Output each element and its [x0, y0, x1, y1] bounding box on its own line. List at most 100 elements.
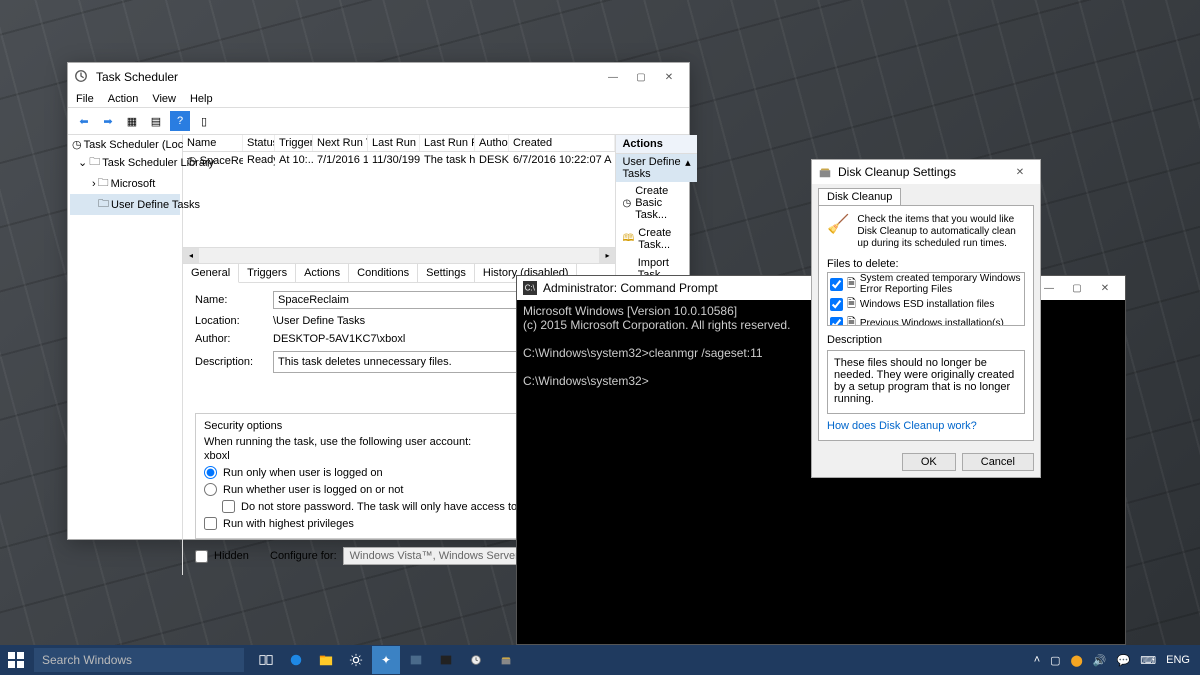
- disk-cleanup-tab[interactable]: Disk Cleanup: [818, 188, 901, 205]
- task-scheduler-taskbar-icon[interactable]: [462, 646, 490, 674]
- tray-volume-icon[interactable]: 🔊: [1093, 654, 1107, 667]
- file-explorer-icon[interactable]: [312, 646, 340, 674]
- close-button[interactable]: ✕: [655, 66, 683, 88]
- action-create-basic-task[interactable]: ◷Create Basic Task...: [616, 182, 696, 224]
- tab-actions[interactable]: Actions: [296, 264, 349, 282]
- column-created[interactable]: Created: [509, 135, 615, 151]
- column-last-result[interactable]: Last Run Result: [420, 135, 475, 151]
- task-icon: 🕮: [622, 232, 634, 246]
- minimize-button[interactable]: —: [599, 66, 627, 88]
- no-store-password-checkbox[interactable]: [222, 500, 235, 513]
- menu-file[interactable]: File: [76, 93, 94, 105]
- tab-settings[interactable]: Settings: [418, 264, 475, 282]
- help-button[interactable]: ?: [170, 111, 190, 131]
- taskbar-app-2[interactable]: [402, 646, 430, 674]
- forward-button[interactable]: ➡: [98, 111, 118, 131]
- list-item[interactable]: 🗎Windows ESD installation files: [828, 295, 1024, 314]
- edge-icon[interactable]: [282, 646, 310, 674]
- menu-action[interactable]: Action: [108, 93, 139, 105]
- task-scheduler-toolbar: ⬅ ➡ ▦ ▤ ? ▯: [68, 108, 689, 135]
- task-scheduler-tree[interactable]: ◷Task Scheduler (Local) ⌄🗀Task Scheduler…: [68, 135, 183, 575]
- back-button[interactable]: ⬅: [74, 111, 94, 131]
- list-item[interactable]: 🗎System created temporary Windows Error …: [828, 273, 1024, 295]
- actions-subheader[interactable]: User Define Tasks▴: [616, 154, 696, 182]
- cmd-icon: C:\: [523, 281, 537, 295]
- menu-help[interactable]: Help: [190, 93, 213, 105]
- taskbar-app-1[interactable]: ✦: [372, 646, 400, 674]
- search-input[interactable]: Search Windows: [34, 648, 244, 672]
- start-button[interactable]: [0, 645, 32, 675]
- name-label: Name:: [195, 294, 265, 306]
- file-icon: 🗎: [847, 275, 856, 294]
- hidden-checkbox[interactable]: [195, 550, 208, 563]
- maximize-button[interactable]: ▢: [627, 66, 655, 88]
- folder-icon: 🗀: [98, 195, 109, 214]
- toolbar-btn-1[interactable]: ▦: [122, 111, 142, 131]
- tab-triggers[interactable]: Triggers: [239, 264, 296, 282]
- disk-cleanup-titlebar[interactable]: Disk Cleanup Settings ✕: [812, 160, 1040, 184]
- tab-conditions[interactable]: Conditions: [349, 264, 418, 282]
- author-label: Author:: [195, 333, 265, 345]
- tree-microsoft[interactable]: ›🗀Microsoft: [70, 173, 180, 194]
- tray-notifications-icon[interactable]: 💬: [1117, 654, 1131, 667]
- tree-user-defined[interactable]: 🗀User Define Tasks: [70, 194, 180, 215]
- clock-icon: ◷: [72, 138, 82, 151]
- tray-network-icon[interactable]: ▢: [1050, 654, 1060, 667]
- cmd-close-button[interactable]: ✕: [1091, 277, 1119, 299]
- tray-language[interactable]: ENG: [1166, 654, 1190, 666]
- run-logged-or-not-radio[interactable]: [204, 483, 217, 496]
- scroll-right-button[interactable]: ▸: [599, 248, 615, 264]
- column-author[interactable]: Author: [475, 135, 509, 151]
- item-checkbox[interactable]: [830, 278, 843, 291]
- ok-button[interactable]: OK: [902, 453, 956, 471]
- actions-header: Actions: [616, 135, 696, 154]
- tree-library[interactable]: ⌄🗀Task Scheduler Library: [70, 152, 180, 173]
- task-icon: ◷: [187, 155, 197, 167]
- disk-cleanup-title: Disk Cleanup Settings: [838, 165, 1006, 179]
- column-status[interactable]: Status: [243, 135, 275, 151]
- task-scheduler-grid[interactable]: Name Status Triggers Next Run Time Last …: [183, 135, 615, 264]
- action-create-task[interactable]: 🕮Create Task...: [616, 224, 696, 254]
- how-does-disk-cleanup-work-link[interactable]: How does Disk Cleanup work?: [827, 420, 1025, 432]
- column-next-run[interactable]: Next Run Time: [313, 135, 368, 151]
- files-to-delete-label: Files to delete:: [827, 258, 1025, 270]
- author-value: DESKTOP-5AV1KC7\xboxl: [273, 333, 405, 345]
- tree-root[interactable]: ◷Task Scheduler (Local): [70, 137, 180, 152]
- grid-horizontal-scrollbar[interactable]: ◂ ▸: [183, 247, 615, 263]
- task-row-spacereclaim[interactable]: ◷ SpaceReclaim Ready At 10:... 7/1/2016 …: [183, 152, 615, 169]
- disk-cleanup-instruction: Check the items that you would like Disk…: [857, 214, 1025, 250]
- tray-security-icon[interactable]: ⬤: [1071, 654, 1083, 667]
- task-scheduler-titlebar[interactable]: Task Scheduler — ▢ ✕: [68, 63, 689, 91]
- folder-icon: 🗀: [89, 153, 100, 172]
- toolbar-btn-2[interactable]: ▤: [146, 111, 166, 131]
- disk-cleanup-file-list[interactable]: 🗎System created temporary Windows Error …: [827, 272, 1025, 326]
- disk-cleanup-window: Disk Cleanup Settings ✕ Disk Cleanup 🧹 C…: [811, 159, 1041, 478]
- column-name[interactable]: Name: [183, 135, 243, 151]
- column-last-run[interactable]: Last Run Time: [368, 135, 420, 151]
- description-box: These files should no longer be needed. …: [827, 350, 1025, 414]
- run-logged-on-radio[interactable]: [204, 466, 217, 479]
- item-checkbox[interactable]: [830, 298, 843, 311]
- scroll-left-button[interactable]: ◂: [183, 248, 199, 264]
- list-item[interactable]: 🗎Previous Windows installation(s): [828, 314, 1024, 326]
- cmd-taskbar-icon[interactable]: [432, 646, 460, 674]
- settings-icon[interactable]: [342, 646, 370, 674]
- location-label: Location:: [195, 315, 265, 327]
- cancel-button[interactable]: Cancel: [962, 453, 1034, 471]
- menu-view[interactable]: View: [152, 93, 176, 105]
- toolbar-btn-3[interactable]: ▯: [194, 111, 214, 131]
- tab-general[interactable]: General: [183, 264, 239, 283]
- task-scheduler-menubar: File Action View Help: [68, 91, 689, 108]
- task-view-button[interactable]: [252, 646, 280, 674]
- description-header: Description: [827, 334, 1025, 346]
- disk-cleanup-close-button[interactable]: ✕: [1006, 161, 1034, 183]
- item-checkbox[interactable]: [830, 317, 843, 326]
- column-triggers[interactable]: Triggers: [275, 135, 313, 151]
- disk-cleanup-taskbar-icon[interactable]: [492, 646, 520, 674]
- tray-chevron-icon[interactable]: ˄: [1034, 654, 1040, 666]
- highest-privileges-checkbox[interactable]: [204, 517, 217, 530]
- tray-keyboard-icon[interactable]: ⌨: [1140, 654, 1156, 667]
- cmd-maximize-button[interactable]: ▢: [1063, 277, 1091, 299]
- task-scheduler-icon: [74, 69, 90, 85]
- folder-icon: 🗀: [98, 174, 109, 193]
